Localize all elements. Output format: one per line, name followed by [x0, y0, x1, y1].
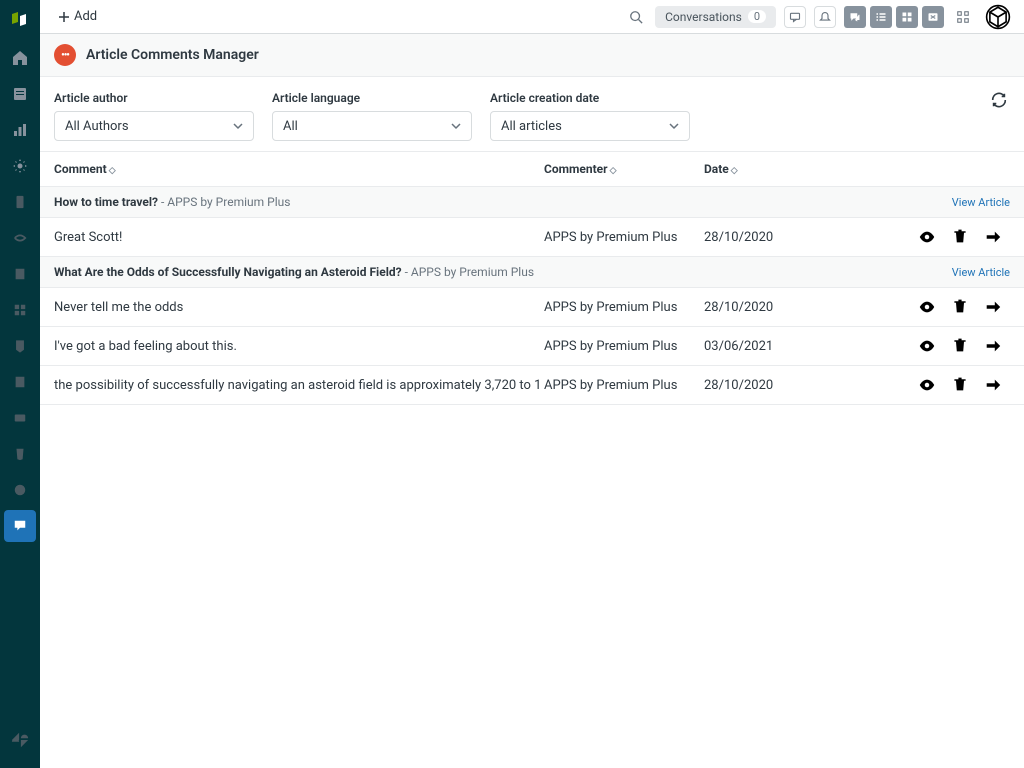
nav-views[interactable]: [4, 78, 36, 110]
filter-created-select[interactable]: All articles: [490, 111, 690, 141]
comment-row: Never tell me the oddsAPPS by Premium Pl…: [40, 288, 1024, 327]
sort-icon: ◇: [109, 166, 116, 176]
delete-icon[interactable]: [952, 337, 968, 355]
chat-icon[interactable]: [784, 6, 806, 28]
nav-zendesk-products[interactable]: [4, 724, 36, 756]
article-group-row: How to time travel? - APPS by Premium Pl…: [40, 187, 1024, 218]
toolbar-view-2[interactable]: [870, 6, 892, 28]
nav-app-2[interactable]: [4, 222, 36, 254]
nav-app-5[interactable]: [4, 330, 36, 362]
profile-cube-icon[interactable]: [982, 1, 1014, 33]
top-bar: Add Conversations 0: [40, 0, 1024, 34]
nav-app-8[interactable]: [4, 438, 36, 470]
conversations-count: 0: [748, 10, 766, 23]
view-icon[interactable]: [918, 228, 936, 246]
comment-text: the possibility of successfully navigati…: [54, 378, 544, 393]
article-title: What Are the Odds of Successfully Naviga…: [54, 265, 402, 279]
view-article-link[interactable]: View Article: [952, 266, 1010, 279]
view-article-link[interactable]: View Article: [952, 196, 1010, 209]
filter-language-value: All: [283, 119, 298, 134]
nav-home[interactable]: [4, 42, 36, 74]
comment-text: I've got a bad feeling about this.: [54, 339, 544, 354]
view-icon[interactable]: [918, 337, 936, 355]
commenter-name: APPS by Premium Plus: [544, 230, 704, 245]
nav-reports[interactable]: [4, 114, 36, 146]
comment-date: 03/06/2021: [704, 339, 844, 354]
filter-author-select[interactable]: All Authors: [54, 111, 254, 141]
delete-icon[interactable]: [952, 298, 968, 316]
go-to-icon[interactable]: [984, 337, 1002, 355]
nav-app-1[interactable]: [4, 186, 36, 218]
page-header: ••• Article Comments Manager: [40, 34, 1024, 77]
filter-language-select[interactable]: All: [272, 111, 472, 141]
refresh-button[interactable]: [990, 91, 1010, 111]
view-icon[interactable]: [918, 298, 936, 316]
go-to-icon[interactable]: [984, 298, 1002, 316]
comment-row: I've got a bad feeling about this.APPS b…: [40, 327, 1024, 366]
chevron-down-icon: [669, 121, 679, 131]
comment-row: Great Scott!APPS by Premium Plus28/10/20…: [40, 218, 1024, 257]
left-sidebar: [0, 0, 40, 768]
delete-icon[interactable]: [952, 228, 968, 246]
toolbar-view-4[interactable]: [922, 6, 944, 28]
chevron-down-icon: [451, 121, 461, 131]
comments-icon: •••: [54, 44, 76, 66]
comment-date: 28/10/2020: [704, 300, 844, 315]
toolbar-view-1[interactable]: [844, 6, 866, 28]
nav-app-6[interactable]: [4, 366, 36, 398]
nav-admin[interactable]: [4, 150, 36, 182]
sort-icon: ◇: [610, 166, 617, 176]
go-to-icon[interactable]: [984, 228, 1002, 246]
comment-row: the possibility of successfully navigati…: [40, 366, 1024, 405]
app-logo[interactable]: [8, 8, 32, 32]
article-author: - APPS by Premium Plus: [158, 195, 290, 209]
search-icon[interactable]: [625, 6, 647, 28]
conversations-label: Conversations: [665, 10, 742, 24]
page-title: Article Comments Manager: [86, 47, 259, 63]
go-to-icon[interactable]: [984, 376, 1002, 394]
filter-created-label: Article creation date: [490, 91, 690, 105]
filter-author-value: All Authors: [65, 119, 129, 134]
table-header: Comment◇ Commenter◇ Date◇: [40, 152, 1024, 187]
commenter-name: APPS by Premium Plus: [544, 339, 704, 354]
commenter-name: APPS by Premium Plus: [544, 378, 704, 393]
comment-text: Great Scott!: [54, 230, 544, 245]
chevron-down-icon: [233, 121, 243, 131]
nav-app-3[interactable]: [4, 258, 36, 290]
article-group-row: What Are the Odds of Successfully Naviga…: [40, 257, 1024, 288]
nav-app-7[interactable]: [4, 402, 36, 434]
toolbar-view-3[interactable]: [896, 6, 918, 28]
delete-icon[interactable]: [952, 376, 968, 394]
table-body: How to time travel? - APPS by Premium Pl…: [40, 187, 1024, 405]
article-author: - APPS by Premium Plus: [402, 265, 534, 279]
column-commenter[interactable]: Commenter◇: [544, 162, 704, 176]
nav-app-9[interactable]: [4, 474, 36, 506]
article-title: How to time travel?: [54, 195, 158, 209]
conversations-button[interactable]: Conversations 0: [655, 6, 776, 28]
sort-icon: ◇: [731, 166, 738, 176]
comment-date: 28/10/2020: [704, 378, 844, 393]
filter-created-value: All articles: [501, 119, 562, 134]
apps-icon[interactable]: [952, 6, 974, 28]
comment-date: 28/10/2020: [704, 230, 844, 245]
column-comment[interactable]: Comment◇: [54, 162, 544, 176]
view-icon[interactable]: [918, 376, 936, 394]
notifications-icon[interactable]: [814, 6, 836, 28]
commenter-name: APPS by Premium Plus: [544, 300, 704, 315]
nav-comments-manager[interactable]: [4, 510, 36, 542]
add-label: Add: [74, 9, 97, 24]
filters-bar: Article author All Authors Article langu…: [40, 77, 1024, 152]
filter-author-label: Article author: [54, 91, 254, 105]
comment-text: Never tell me the odds: [54, 300, 544, 315]
add-button[interactable]: Add: [50, 5, 105, 28]
filter-language-label: Article language: [272, 91, 472, 105]
nav-app-4[interactable]: [4, 294, 36, 326]
column-date[interactable]: Date◇: [704, 162, 844, 176]
